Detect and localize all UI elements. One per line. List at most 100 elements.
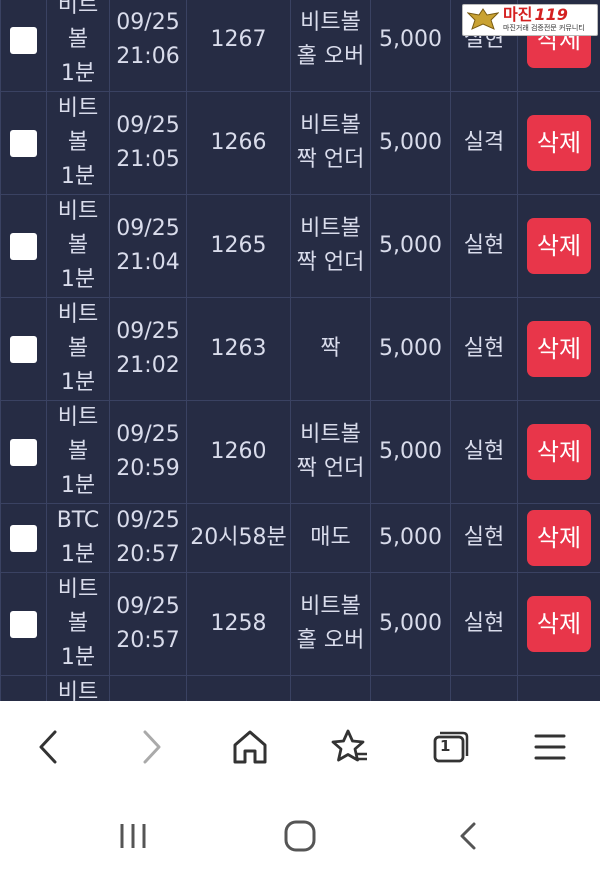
delete-cell: 삭제 bbox=[517, 194, 600, 298]
cell-line: 1분 bbox=[60, 645, 96, 670]
select-cell bbox=[0, 0, 47, 92]
forward-icon bbox=[143, 730, 161, 764]
bet-date: 09/25 bbox=[116, 10, 180, 35]
round-cell: 20시58분 bbox=[186, 503, 291, 573]
delete-button[interactable]: 삭제 bbox=[527, 510, 591, 566]
delete-button[interactable]: 삭제 bbox=[527, 424, 591, 480]
empty-cell bbox=[370, 675, 451, 701]
bookmarks-button[interactable] bbox=[326, 723, 374, 771]
delete-button[interactable]: 삭제 bbox=[527, 115, 591, 171]
cell-line: 매도 bbox=[310, 525, 351, 550]
delete-button[interactable]: 삭제 bbox=[527, 321, 591, 377]
bet-time: 21:06 bbox=[116, 44, 180, 69]
amount-cell: 5,000 bbox=[370, 297, 451, 401]
bet-date: 09/25 bbox=[116, 508, 180, 533]
datetime-cell: 09/25 20:57 bbox=[109, 572, 187, 676]
round-cell: 1258 bbox=[186, 572, 291, 676]
android-navigation-bar bbox=[0, 791, 600, 881]
cell-line: 볼 bbox=[67, 336, 89, 361]
empty-cell bbox=[517, 675, 600, 701]
bet-date: 09/25 bbox=[116, 319, 180, 344]
cell-line: 비트 bbox=[57, 680, 99, 701]
cell-line: 볼 bbox=[67, 130, 89, 155]
cell-line: 1분 bbox=[60, 267, 96, 292]
table-row-partial: 비트 bbox=[0, 675, 600, 701]
cell-line: 볼 bbox=[67, 27, 89, 52]
datetime-cell: 09/25 20:57 bbox=[109, 503, 187, 573]
cell-line: 비트 bbox=[57, 577, 99, 602]
round-cell: 1267 bbox=[186, 0, 291, 92]
datetime-cell: 09/25 21:02 bbox=[109, 297, 187, 401]
market-cell: 비트 볼 1분 bbox=[46, 572, 110, 676]
amount-cell: 5,000 bbox=[370, 194, 451, 298]
datetime-cell: 09/25 21:06 bbox=[109, 0, 187, 92]
pick-cell: 비트볼홀 오버 bbox=[290, 0, 371, 92]
cell-line: 볼 bbox=[67, 439, 89, 464]
bet-date: 09/25 bbox=[116, 594, 180, 619]
delete-cell: 삭제 bbox=[517, 400, 600, 504]
recents-button[interactable] bbox=[108, 811, 158, 861]
home-button[interactable] bbox=[226, 723, 274, 771]
tabs-button[interactable]: 1 bbox=[426, 723, 474, 771]
row-checkbox[interactable] bbox=[10, 26, 37, 54]
delete-button[interactable]: 삭제 bbox=[527, 596, 591, 652]
result-cell: 실현 bbox=[450, 194, 518, 298]
market-cell: 비트 bbox=[46, 675, 110, 701]
system-home-button[interactable] bbox=[275, 811, 325, 861]
cell-line: 짝 언더 bbox=[296, 456, 365, 481]
round-cell: 1265 bbox=[186, 194, 291, 298]
empty-cell bbox=[109, 675, 187, 701]
system-back-button[interactable] bbox=[443, 811, 493, 861]
forward-button[interactable] bbox=[128, 723, 176, 771]
bet-time: 20:57 bbox=[116, 628, 180, 653]
table-row: 비트 볼 1분 09/25 20:57 1258 비트볼 홀 오버 5,000 실현 삭제 bbox=[0, 572, 600, 676]
cell-line: 비트볼 bbox=[300, 422, 361, 447]
cell-line: 짝 언더 bbox=[296, 147, 365, 172]
round-cell: 1266 bbox=[186, 91, 291, 195]
row-checkbox[interactable] bbox=[10, 129, 37, 157]
row-checkbox[interactable] bbox=[10, 610, 37, 638]
market-cell: 비트볼 1분 bbox=[46, 0, 110, 92]
select-cell bbox=[0, 400, 47, 504]
cell-line: 1분 bbox=[60, 164, 96, 189]
datetime-cell: 09/25 21:04 bbox=[109, 194, 187, 298]
logo-wordmark: 마진 119 bbox=[503, 5, 568, 24]
select-cell bbox=[0, 297, 47, 401]
row-checkbox[interactable] bbox=[10, 438, 37, 466]
result-cell: 실격 bbox=[450, 91, 518, 195]
bet-time: 21:02 bbox=[116, 353, 180, 378]
pick-cell: 비트볼 홀 오버 bbox=[290, 572, 371, 676]
cell-line: 비트볼 bbox=[300, 594, 361, 619]
back-icon bbox=[39, 730, 57, 764]
empty-cell bbox=[186, 675, 291, 701]
cell-line: 비트 bbox=[57, 0, 99, 18]
result-cell: 실현 bbox=[450, 503, 518, 573]
menu-button[interactable] bbox=[526, 723, 574, 771]
cell-line: 비트볼 bbox=[300, 10, 361, 35]
delete-button[interactable]: 삭제 bbox=[527, 218, 591, 274]
row-checkbox[interactable] bbox=[10, 524, 37, 552]
back-chevron-icon bbox=[460, 822, 476, 850]
bet-date: 09/25 bbox=[116, 422, 180, 447]
empty-cell bbox=[290, 675, 371, 701]
amount-cell: 5,000 bbox=[370, 0, 451, 92]
back-button[interactable] bbox=[24, 723, 72, 771]
amount-cell: 5,000 bbox=[370, 400, 451, 504]
cell-line: 홀 오버 bbox=[296, 44, 365, 69]
market-cell: 비트 볼 1분 bbox=[46, 194, 110, 298]
row-checkbox[interactable] bbox=[10, 335, 37, 363]
bet-history-table: 비트 볼 1분 09/25 21:06 1267 비트볼 홀 오버 5,000 실현 삭제 비트 볼 1분… bbox=[0, 0, 600, 701]
cell-line: 1분 bbox=[60, 61, 96, 86]
row-checkbox[interactable] bbox=[10, 232, 37, 260]
bet-date: 09/25 bbox=[116, 216, 180, 241]
select-cell bbox=[0, 194, 47, 298]
delete-cell: 삭제 bbox=[517, 91, 600, 195]
result-cell: 실현 bbox=[450, 572, 518, 676]
pick-cell: 비트볼짝 언더 bbox=[290, 400, 371, 504]
market-cell: 비트 볼 1분 bbox=[46, 91, 110, 195]
bookmark-star-icon bbox=[331, 729, 367, 762]
bet-time: 20:59 bbox=[116, 456, 180, 481]
select-cell bbox=[0, 675, 47, 701]
round-cell: 1260 bbox=[186, 400, 291, 504]
cell-line: 짝 bbox=[320, 336, 341, 361]
